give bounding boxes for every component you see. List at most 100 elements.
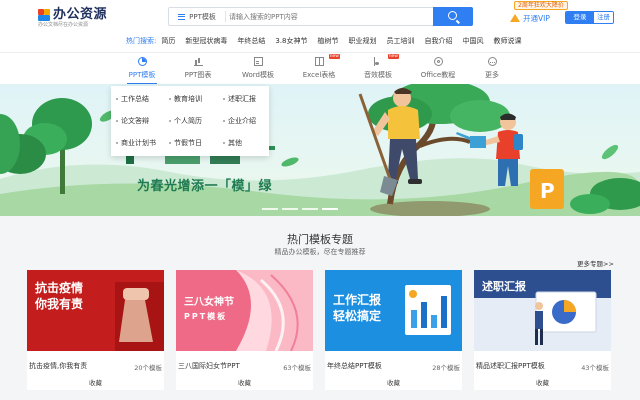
hot-keyword[interactable]: 年终总结 — [237, 36, 265, 46]
thumb-line: 述职汇报 — [482, 280, 526, 293]
bar-chart-icon — [193, 57, 203, 66]
svg-text:P: P — [540, 179, 555, 203]
hero-banner[interactable]: P — [0, 84, 640, 216]
new-badge: new — [387, 54, 399, 59]
topic-count: 43个模板 — [581, 364, 609, 372]
dropdown-item[interactable]: 企业介绍 — [223, 116, 256, 126]
favorite-button[interactable]: 收藏 — [474, 377, 611, 387]
thumb-text-block: 抗击疫情 你我有责 — [35, 280, 83, 312]
spreadsheet-icon — [314, 57, 324, 66]
hot-keyword[interactable]: 新型冠状病毒 — [185, 36, 227, 46]
favorite-button[interactable]: 收藏 — [325, 377, 462, 387]
thumb-line: 轻松搞定 — [333, 309, 382, 323]
nav-tab[interactable]: Excel表格 new — [296, 54, 342, 85]
topic-thumbnail[interactable]: 三八女神节 PPT模板 — [176, 270, 313, 351]
search-button[interactable] — [433, 7, 473, 26]
nav-tab-label: Office教程 — [420, 71, 456, 79]
hot-keyword[interactable]: 植树节 — [318, 36, 339, 46]
topic-count: 63个模板 — [283, 364, 311, 372]
more-icon — [487, 57, 497, 66]
nav-tab[interactable]: Office教程 — [415, 57, 461, 85]
nav-tab[interactable]: Word模板 — [235, 57, 281, 85]
banner-dot[interactable] — [322, 208, 338, 210]
nav-tab-label: Excel表格 — [302, 71, 336, 79]
hot-search-row: 热门搜索: 简历 新型冠状病毒 年终总结 3.8女神节 植树节 职业规划 员工培训 自我介绍中… — [126, 36, 532, 46]
login-button[interactable]: 登录 — [566, 12, 594, 23]
vip-label: 开通VIP — [523, 14, 550, 23]
section-title: 热门模板专题 — [287, 233, 353, 246]
search-input[interactable] — [229, 8, 429, 25]
nav-tab-label: 音效模板 — [364, 71, 392, 79]
banner-dot[interactable] — [302, 208, 318, 210]
dropdown-item[interactable]: 工作总结 — [116, 94, 149, 104]
dropdown-item[interactable]: 商业计划书 — [116, 138, 156, 148]
vip-link[interactable]: 开通VIP — [510, 13, 550, 24]
nav-tab-label: PPT图表 — [184, 71, 212, 79]
pie-chart-icon — [137, 57, 147, 66]
topic-card[interactable]: 三八女神节 PPT模板 三八国际妇女节PPT 63个模板 收藏 — [176, 270, 313, 390]
dropdown-item[interactable]: 其他 — [223, 138, 242, 148]
more-topics-link[interactable]: 更多专题>> — [577, 258, 614, 268]
thumb-line: 你我有责 — [35, 297, 84, 311]
topic-thumbnail[interactable]: 抗击疫情 你我有责 — [27, 270, 164, 351]
register-button[interactable]: 注册 — [594, 12, 613, 23]
hot-keyword[interactable]: 职业规划 — [349, 36, 377, 46]
topic-count: 20个模板 — [134, 364, 162, 372]
topic-title[interactable]: 精品述职汇报PPT模板 — [476, 361, 545, 371]
site-header: 办公资源 办公文档尽在办公资源 PPT模板 热门搜索: 简历新型冠状病毒年终总结… — [0, 0, 640, 52]
hot-keyword[interactable]: 中国风 — [463, 36, 484, 46]
thumb-line: 工作汇报 — [333, 293, 382, 307]
banner-slogan: 为春光增添一「模」绿 — [137, 179, 273, 194]
topic-card[interactable]: 述职汇报 精品述职汇报PPT模板 43个模板 收藏 — [474, 270, 611, 390]
thumb-line: PPT模板 — [184, 312, 228, 321]
nav-tab-label: PPT模板 — [128, 71, 156, 79]
section-subtitle: 精品办公模板，尽在专题推荐 — [274, 248, 366, 256]
search-type-label: PPT模板 — [189, 12, 216, 21]
favorite-button[interactable]: 收藏 — [176, 377, 313, 387]
dropdown-item[interactable]: 节假节日 — [169, 138, 202, 148]
dropdown-item[interactable]: 述职汇报 — [223, 94, 256, 104]
logo-title: 办公资源 — [53, 7, 108, 22]
nav-tab[interactable]: PPT图表 — [175, 57, 221, 85]
nav-tab[interactable]: PPT模板 — [119, 57, 165, 85]
search-icon — [447, 11, 457, 20]
topic-title[interactable]: 抗击疫情,你我有责 — [29, 361, 87, 371]
new-badge: new — [328, 54, 340, 59]
hot-keyword[interactable]: 自我介绍 — [425, 36, 453, 46]
nav-tab[interactable]: 音效模板 new — [355, 54, 401, 85]
music-note-icon — [373, 57, 383, 66]
nav-tab[interactable]: 更多 — [469, 57, 515, 85]
hot-keyword[interactable]: 3.8女神节 — [275, 36, 307, 46]
crown-icon — [510, 14, 521, 23]
hot-keyword[interactable]: 员工培训 — [387, 36, 415, 46]
search-divider — [225, 11, 226, 22]
promo-badge[interactable]: 2周年狂欢大降价 — [514, 1, 568, 10]
logo-mark-icon — [38, 8, 50, 21]
favorite-button[interactable]: 收藏 — [27, 377, 164, 387]
hot-keyword[interactable]: 教师说课 — [494, 36, 522, 46]
topic-count: 28个模板 — [432, 364, 460, 372]
logo-subtitle: 办公文档尽在办公资源 — [38, 22, 89, 28]
nav-tab-label: Word模板 — [242, 71, 274, 79]
office-icon — [433, 57, 443, 66]
thumb-text-block: 工作汇报 轻松搞定 — [333, 292, 381, 324]
thumb-line: 抗击疫情 — [35, 281, 84, 295]
ppt-category-dropdown: 工作总结 教育培训 述职汇报论文答辩 个人简历 企业介绍商业计划书 节假节日 其他 — [111, 86, 269, 156]
topic-card[interactable]: 抗击疫情 你我有责 抗击疫情,你我有责 20个模板 收藏 — [27, 270, 164, 390]
dropdown-item[interactable]: 论文答辩 — [116, 116, 149, 126]
list-icon — [178, 13, 186, 20]
topic-card[interactable]: 工作汇报 轻松搞定 年终总结PPT模板 28个模板 收藏 — [325, 270, 462, 390]
category-nav: PPT模板 PPT图表 Word模板 Excel表格 new 音效模板 new Office教… — [0, 52, 640, 85]
banner-dot[interactable] — [262, 208, 278, 210]
topic-title[interactable]: 年终总结PPT模板 — [327, 361, 382, 371]
topic-title[interactable]: 三八国际妇女节PPT — [178, 361, 240, 371]
dropdown-item[interactable]: 教育培训 — [169, 94, 202, 104]
hot-keyword[interactable]: 简历 — [161, 36, 175, 46]
topic-thumbnail[interactable]: 工作汇报 轻松搞定 — [325, 270, 462, 351]
topic-thumbnail[interactable]: 述职汇报 — [474, 270, 611, 351]
dropdown-item[interactable]: 个人简历 — [169, 116, 202, 126]
banner-dot[interactable] — [282, 208, 298, 210]
site-logo[interactable]: 办公资源 — [38, 8, 107, 21]
search-type-select[interactable]: PPT模板 — [169, 8, 225, 25]
document-icon — [253, 57, 263, 66]
